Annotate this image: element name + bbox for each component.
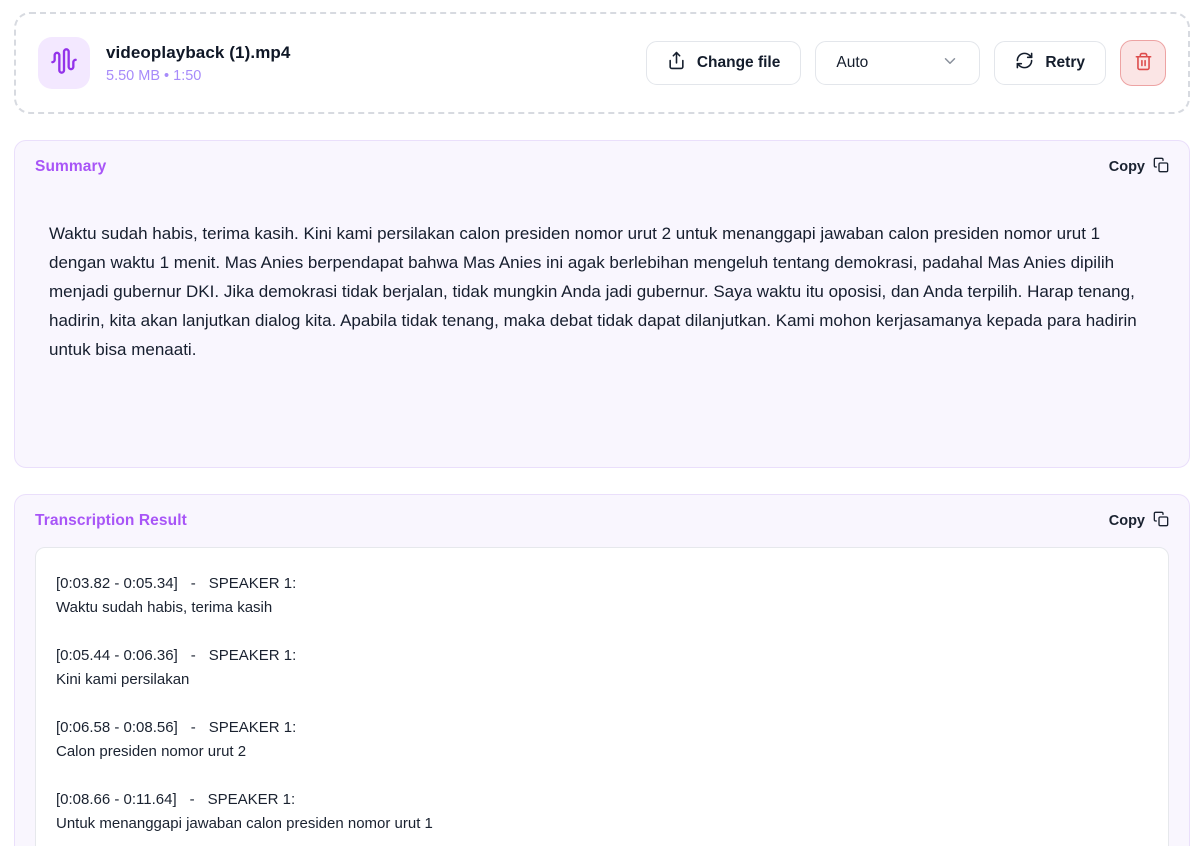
delete-file-button[interactable] bbox=[1120, 40, 1166, 86]
entry-timestamp: [0:06.58 - 0:08.56] bbox=[56, 716, 178, 739]
entry-separator: - bbox=[191, 644, 196, 667]
entry-separator: - bbox=[190, 788, 195, 811]
entry-speaker: SPEAKER 1: bbox=[209, 644, 297, 667]
change-file-button[interactable]: Change file bbox=[646, 41, 802, 85]
summary-header: Summary Copy bbox=[35, 157, 1169, 177]
entry-text: Untuk menanggapi jawaban calon presiden … bbox=[56, 812, 1148, 835]
summary-text: Waktu sudah habis, terima kasih. Kini ka… bbox=[49, 219, 1155, 364]
file-card: videoplayback (1).mp4 5.50 MB • 1:50 Cha… bbox=[14, 12, 1190, 114]
summary-copy-button[interactable]: Copy bbox=[1109, 157, 1169, 177]
entry-header: [0:08.66 - 0:11.64] - SPEAKER 1: bbox=[56, 788, 1148, 811]
entry-separator: - bbox=[191, 572, 196, 595]
audio-waveform-icon bbox=[50, 47, 78, 80]
transcription-section: Transcription Result Copy [0:03.82 - 0:0… bbox=[14, 494, 1190, 846]
refresh-icon bbox=[1015, 51, 1034, 75]
language-select[interactable]: Auto bbox=[815, 41, 980, 85]
transcript-box: [0:03.82 - 0:05.34] - SPEAKER 1: Waktu s… bbox=[35, 547, 1169, 846]
transcript-entry: [0:06.58 - 0:08.56] - SPEAKER 1: Calon p… bbox=[56, 716, 1148, 763]
transcript-entry: [0:05.44 - 0:06.36] - SPEAKER 1: Kini ka… bbox=[56, 644, 1148, 691]
entry-header: [0:03.82 - 0:05.34] - SPEAKER 1: bbox=[56, 572, 1148, 595]
retry-label: Retry bbox=[1045, 54, 1085, 72]
entry-text: Waktu sudah habis, terima kasih bbox=[56, 596, 1148, 619]
entry-timestamp: [0:05.44 - 0:06.36] bbox=[56, 644, 178, 667]
summary-copy-label: Copy bbox=[1109, 159, 1145, 175]
transcription-copy-button[interactable]: Copy bbox=[1109, 511, 1169, 531]
file-meta: 5.50 MB • 1:50 bbox=[106, 68, 290, 84]
entry-header: [0:05.44 - 0:06.36] - SPEAKER 1: bbox=[56, 644, 1148, 667]
transcript-entry: [0:03.82 - 0:05.34] - SPEAKER 1: Waktu s… bbox=[56, 572, 1148, 619]
language-select-value: Auto bbox=[836, 54, 868, 72]
transcript-entry: [0:08.66 - 0:11.64] - SPEAKER 1: Untuk m… bbox=[56, 788, 1148, 835]
transcription-title: Transcription Result bbox=[35, 512, 187, 530]
file-name: videoplayback (1).mp4 bbox=[106, 43, 290, 63]
file-info: videoplayback (1).mp4 5.50 MB • 1:50 bbox=[38, 37, 290, 89]
entry-speaker: SPEAKER 1: bbox=[208, 788, 296, 811]
change-file-label: Change file bbox=[697, 54, 781, 72]
entry-timestamp: [0:03.82 - 0:05.34] bbox=[56, 572, 178, 595]
copy-icon bbox=[1153, 511, 1169, 531]
chevron-down-icon bbox=[941, 52, 959, 75]
transcription-copy-label: Copy bbox=[1109, 513, 1145, 529]
upload-icon bbox=[667, 51, 686, 75]
page-root: videoplayback (1).mp4 5.50 MB • 1:50 Cha… bbox=[0, 0, 1204, 846]
copy-icon bbox=[1153, 157, 1169, 177]
transcription-header: Transcription Result Copy bbox=[35, 511, 1169, 531]
summary-section: Summary Copy Waktu sudah habis, terima k… bbox=[14, 140, 1190, 468]
entry-text: Kini kami persilakan bbox=[56, 668, 1148, 691]
entry-speaker: SPEAKER 1: bbox=[209, 572, 297, 595]
audio-file-icon-box bbox=[38, 37, 90, 89]
summary-title: Summary bbox=[35, 158, 106, 176]
entry-header: [0:06.58 - 0:08.56] - SPEAKER 1: bbox=[56, 716, 1148, 739]
entry-speaker: SPEAKER 1: bbox=[209, 716, 297, 739]
file-text: videoplayback (1).mp4 5.50 MB • 1:50 bbox=[106, 43, 290, 84]
retry-button[interactable]: Retry bbox=[994, 41, 1106, 85]
entry-separator: - bbox=[191, 716, 196, 739]
entry-timestamp: [0:08.66 - 0:11.64] bbox=[56, 788, 177, 811]
trash-icon bbox=[1134, 52, 1153, 74]
file-actions: Change file Auto bbox=[646, 40, 1166, 86]
entry-text: Calon presiden nomor urut 2 bbox=[56, 740, 1148, 763]
